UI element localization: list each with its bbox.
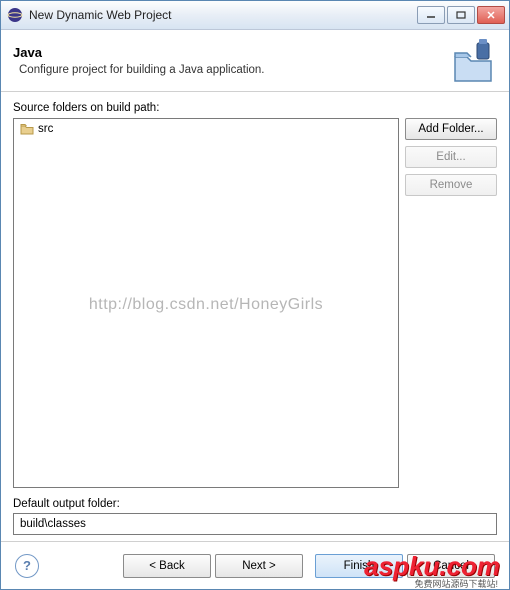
edit-button[interactable]: Edit... [405, 146, 497, 168]
watermark-text: http://blog.csdn.net/HoneyGirls [14, 296, 398, 314]
source-folders-label: Source folders on build path: [13, 102, 497, 114]
eclipse-icon [7, 7, 23, 23]
wizard-banner: Java Configure project for building a Ja… [1, 30, 509, 92]
dialog-window: New Dynamic Web Project Java Configure p… [0, 0, 510, 590]
maximize-button[interactable] [447, 6, 475, 24]
finish-button[interactable]: Finish [315, 554, 403, 578]
content-area: Source folders on build path: src http:/… [1, 92, 509, 541]
minimize-button[interactable] [417, 6, 445, 24]
window-controls [417, 6, 505, 24]
window-title: New Dynamic Web Project [29, 8, 417, 22]
tree-item[interactable]: src [20, 123, 392, 135]
remove-button[interactable]: Remove [405, 174, 497, 196]
close-button[interactable] [477, 6, 505, 24]
folder-jar-icon [449, 37, 497, 85]
next-button[interactable]: Next > [215, 554, 303, 578]
add-folder-button[interactable]: Add Folder... [405, 118, 497, 140]
tree-item-label: src [38, 123, 53, 135]
footer: ? < Back Next > Finish Cancel [1, 541, 509, 589]
package-folder-icon [20, 123, 34, 135]
banner-title: Java [13, 45, 449, 60]
back-button[interactable]: < Back [123, 554, 211, 578]
output-folder-label: Default output folder: [13, 498, 497, 510]
help-button[interactable]: ? [15, 554, 39, 578]
titlebar[interactable]: New Dynamic Web Project [1, 1, 509, 30]
output-folder-input[interactable] [13, 513, 497, 535]
source-folders-tree[interactable]: src http://blog.csdn.net/HoneyGirls [13, 118, 399, 488]
banner-subtitle: Configure project for building a Java ap… [19, 64, 449, 76]
cancel-button[interactable]: Cancel [407, 554, 495, 578]
